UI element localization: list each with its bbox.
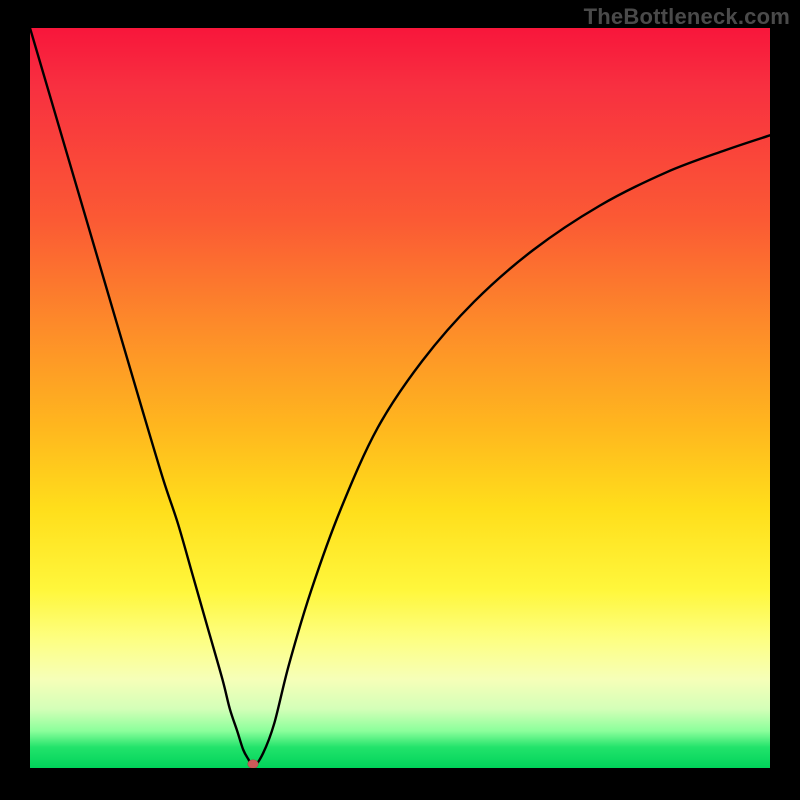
minimum-marker-icon — [248, 760, 259, 768]
bottleneck-curve — [30, 28, 770, 768]
watermark-text: TheBottleneck.com — [584, 4, 790, 30]
chart-frame: TheBottleneck.com — [0, 0, 800, 800]
plot-area — [30, 28, 770, 768]
